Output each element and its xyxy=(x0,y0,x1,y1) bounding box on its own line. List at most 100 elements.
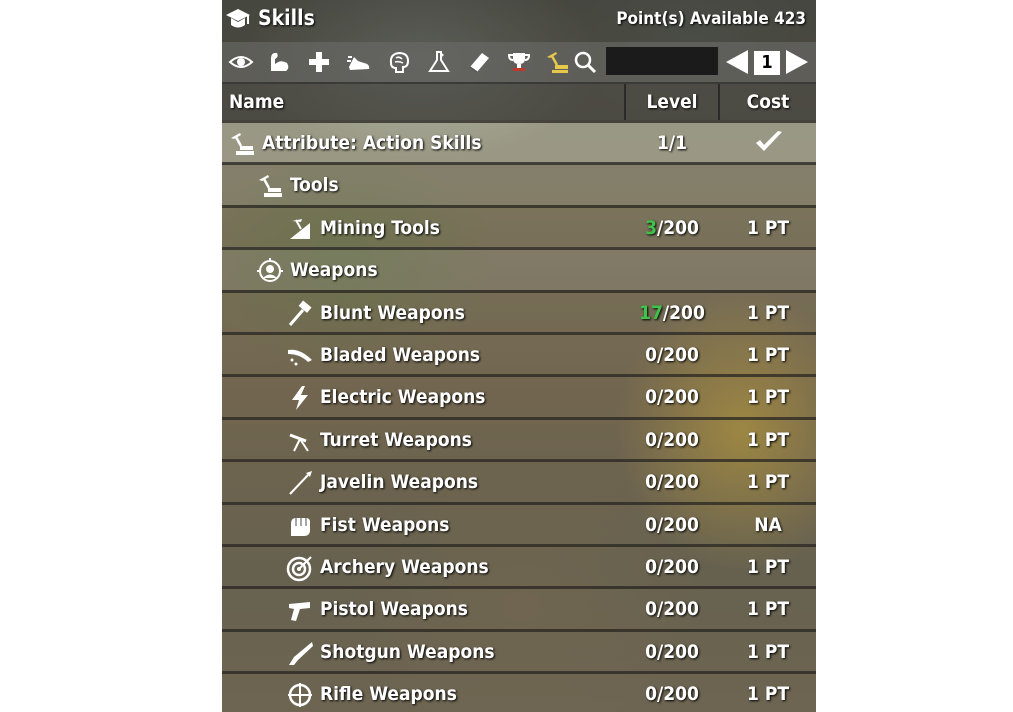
row-cost xyxy=(720,165,816,205)
flask-icon[interactable] xyxy=(426,49,452,75)
category-row[interactable]: Tools xyxy=(222,162,816,206)
crosshair-icon xyxy=(286,681,314,709)
row-name: Blunt Weapons xyxy=(320,301,465,324)
row-cost: 1 PT xyxy=(746,428,790,451)
row-name: Weapons xyxy=(290,259,378,282)
turret-icon xyxy=(286,427,314,455)
skill-row[interactable]: Javelin Weapons 0/200 1 PT xyxy=(222,459,816,503)
level-max: 0/200 xyxy=(645,598,699,621)
skills-panel: Skills Point(s) Available 423 1 Name Lev… xyxy=(222,0,816,712)
tools-icon xyxy=(256,172,284,200)
eye-icon[interactable] xyxy=(228,49,254,75)
lightning-icon xyxy=(286,384,314,412)
sneaker-icon[interactable] xyxy=(346,49,372,75)
skill-row[interactable]: Rifle Weapons 0/200 1 PT xyxy=(222,671,816,712)
row-cost: 1 PT xyxy=(746,598,790,621)
search-input[interactable] xyxy=(606,47,718,75)
category-row[interactable]: Weapons xyxy=(222,247,816,291)
action-skills-icon xyxy=(228,130,256,158)
column-divider xyxy=(624,84,626,120)
row-level: 0/200 xyxy=(622,589,722,629)
column-level[interactable]: Level xyxy=(624,84,720,120)
checkmark-icon xyxy=(754,129,784,155)
javelin-icon xyxy=(286,469,314,497)
level-max: /200 xyxy=(656,216,699,239)
column-cost[interactable]: Cost xyxy=(720,84,816,120)
skill-row[interactable]: Bladed Weapons 0/200 1 PT xyxy=(222,332,816,375)
row-level: 3/200 xyxy=(622,208,722,248)
tools-icon[interactable] xyxy=(544,49,570,75)
attribute-row[interactable]: Attribute: Action Skills 1/1 xyxy=(222,120,816,163)
row-name: Tools xyxy=(290,174,339,197)
level-current: 17 xyxy=(639,301,663,324)
skill-row[interactable]: Mining Tools 3/200 1 PT xyxy=(222,204,816,248)
row-level: 0/200 xyxy=(622,505,722,545)
row-cost: 1 PT xyxy=(746,216,790,239)
row-cost xyxy=(720,250,816,290)
row-level xyxy=(622,165,722,205)
skill-row[interactable]: Pistol Weapons 0/200 1 PT xyxy=(222,586,816,630)
row-cost: 1 PT xyxy=(746,471,790,494)
pistol-icon xyxy=(286,596,314,624)
skill-row[interactable]: Fist Weapons 0/200 NA xyxy=(222,501,816,545)
row-level: 0/200 xyxy=(622,335,722,375)
row-name: Shotgun Weapons xyxy=(320,640,495,663)
row-name: Mining Tools xyxy=(320,216,440,239)
column-divider xyxy=(718,84,720,120)
row-cost: 1 PT xyxy=(746,640,790,663)
row-cost: NA xyxy=(754,513,782,536)
column-name[interactable]: Name xyxy=(229,84,284,120)
row-cost: 1 PT xyxy=(746,344,790,366)
row-cost: 1 PT xyxy=(746,301,790,324)
next-page-button[interactable] xyxy=(786,50,808,74)
weapons-icon xyxy=(256,257,284,285)
trophy-icon[interactable] xyxy=(506,49,532,75)
mining-icon xyxy=(286,215,314,243)
brain-icon[interactable] xyxy=(386,49,412,75)
skill-row[interactable]: Electric Weapons 0/200 1 PT xyxy=(222,374,816,418)
row-level: 0/200 xyxy=(622,462,722,502)
skill-row[interactable]: Archery Weapons 0/200 1 PT xyxy=(222,544,816,587)
skill-row[interactable]: Blunt Weapons 17/200 1 PT xyxy=(222,289,816,333)
book-icon[interactable] xyxy=(466,49,492,75)
target-icon xyxy=(286,554,314,582)
page-number: 1 xyxy=(754,51,780,75)
level-max: 0/200 xyxy=(645,640,699,663)
level-max: 0/200 xyxy=(645,428,699,451)
row-name: Electric Weapons xyxy=(320,386,486,409)
row-name: Javelin Weapons xyxy=(320,471,479,494)
level-max: 0/200 xyxy=(645,683,699,706)
level-max: 1/1 xyxy=(656,132,688,154)
row-name: Archery Weapons xyxy=(320,556,489,578)
level-max: 0/200 xyxy=(645,344,699,366)
panel-title: Skills xyxy=(258,6,315,30)
plus-icon[interactable] xyxy=(306,49,332,75)
row-name: Fist Weapons xyxy=(320,513,450,536)
level-max: 0/200 xyxy=(645,471,699,494)
row-level: 0/200 xyxy=(622,377,722,417)
skill-row[interactable]: Turret Weapons 0/200 1 PT xyxy=(222,416,816,460)
row-level: 0/200 xyxy=(622,632,722,672)
prev-page-button[interactable] xyxy=(726,50,748,74)
level-max: 0/200 xyxy=(645,386,699,409)
level-max: /200 xyxy=(662,301,705,324)
title-bar: Skills Point(s) Available 423 xyxy=(222,0,816,42)
row-name: Bladed Weapons xyxy=(320,344,481,366)
shotgun-icon xyxy=(286,639,314,667)
hammer-icon xyxy=(286,300,314,328)
row-level: 0/200 xyxy=(622,420,722,460)
skill-row[interactable]: Shotgun Weapons 0/200 1 PT xyxy=(222,628,816,672)
search-icon[interactable] xyxy=(572,49,598,75)
row-level: 17/200 xyxy=(622,293,722,333)
row-cost: 1 PT xyxy=(746,556,790,578)
toolbar: 1 xyxy=(222,42,816,84)
row-level: 0/200 xyxy=(622,674,722,712)
row-cost: 1 PT xyxy=(746,683,790,706)
row-cost: 1 PT xyxy=(746,386,790,409)
graduation-cap-icon xyxy=(225,6,251,32)
muscle-icon[interactable] xyxy=(266,49,292,75)
row-name: Rifle Weapons xyxy=(320,683,457,706)
fist-icon xyxy=(286,512,314,540)
level-max: 0/200 xyxy=(645,513,699,536)
level-current: 3 xyxy=(645,216,657,239)
